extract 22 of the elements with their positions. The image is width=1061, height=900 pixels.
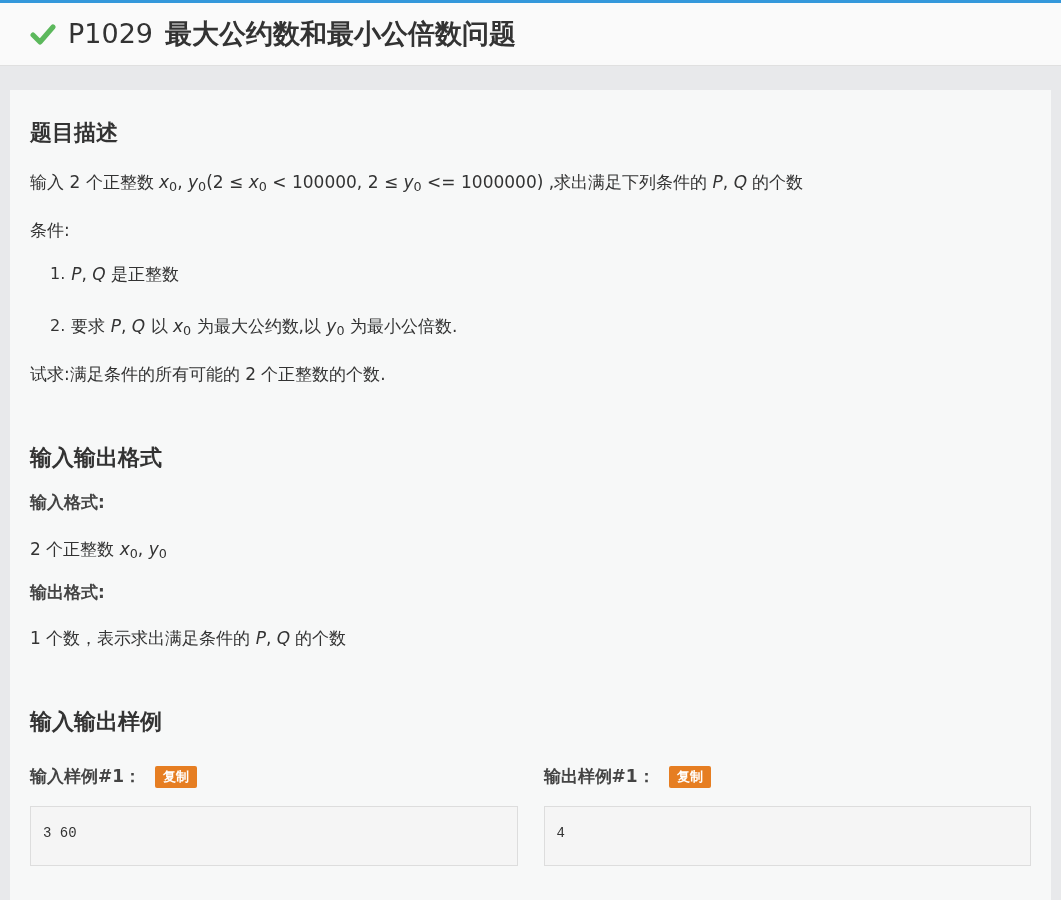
- problem-title: 最大公约数和最小公倍数问题: [165, 16, 516, 51]
- subheading: 输出格式:: [30, 580, 106, 604]
- paragraph: 试求:满足条件的所有可能的 2 个正整数的个数.: [30, 363, 387, 386]
- copy-button[interactable]: 复制: [155, 766, 198, 788]
- sample-label: 输出样例#1：: [543, 765, 655, 788]
- sample-label: 输入样例#1：: [30, 765, 142, 788]
- section-heading: 输入输出格式: [30, 444, 163, 472]
- list-item-text: 要求 P, Q 以 x$_{0}$ 为最大公约数,以 y$_{0}$ 为最小公倍数.: [71, 315, 458, 341]
- copy-button[interactable]: 复制: [668, 766, 711, 788]
- paragraph: 2 个正整数 x$_{0}$, y$_{0}$: [30, 537, 168, 563]
- section-heading: 输入输出样例: [30, 708, 163, 736]
- paragraph: 输入 2 个正整数 x$_{0}$, y$_{0}$(2 ≤ x$_{0}$ < 100000, 2 ≤ y$_{0}$ <= 1000000) ,求出满足下列条件的 P, Q 的个数: [30, 171, 805, 197]
- problem-id: P1029: [68, 16, 153, 51]
- sample-data: 4: [543, 805, 1031, 866]
- list-item-text: P, Q 是正整数: [71, 263, 180, 286]
- subheading: 输入格式:: [30, 491, 106, 514]
- sample-data: 3 60: [30, 805, 518, 866]
- paragraph: 条件:: [30, 219, 71, 242]
- section-heading: 题目描述: [30, 119, 119, 147]
- list-number: 2.: [50, 315, 66, 337]
- list-number: 1.: [50, 263, 66, 285]
- paragraph: 1 个数，表示求出满足条件的 P, Q 的个数: [30, 627, 348, 650]
